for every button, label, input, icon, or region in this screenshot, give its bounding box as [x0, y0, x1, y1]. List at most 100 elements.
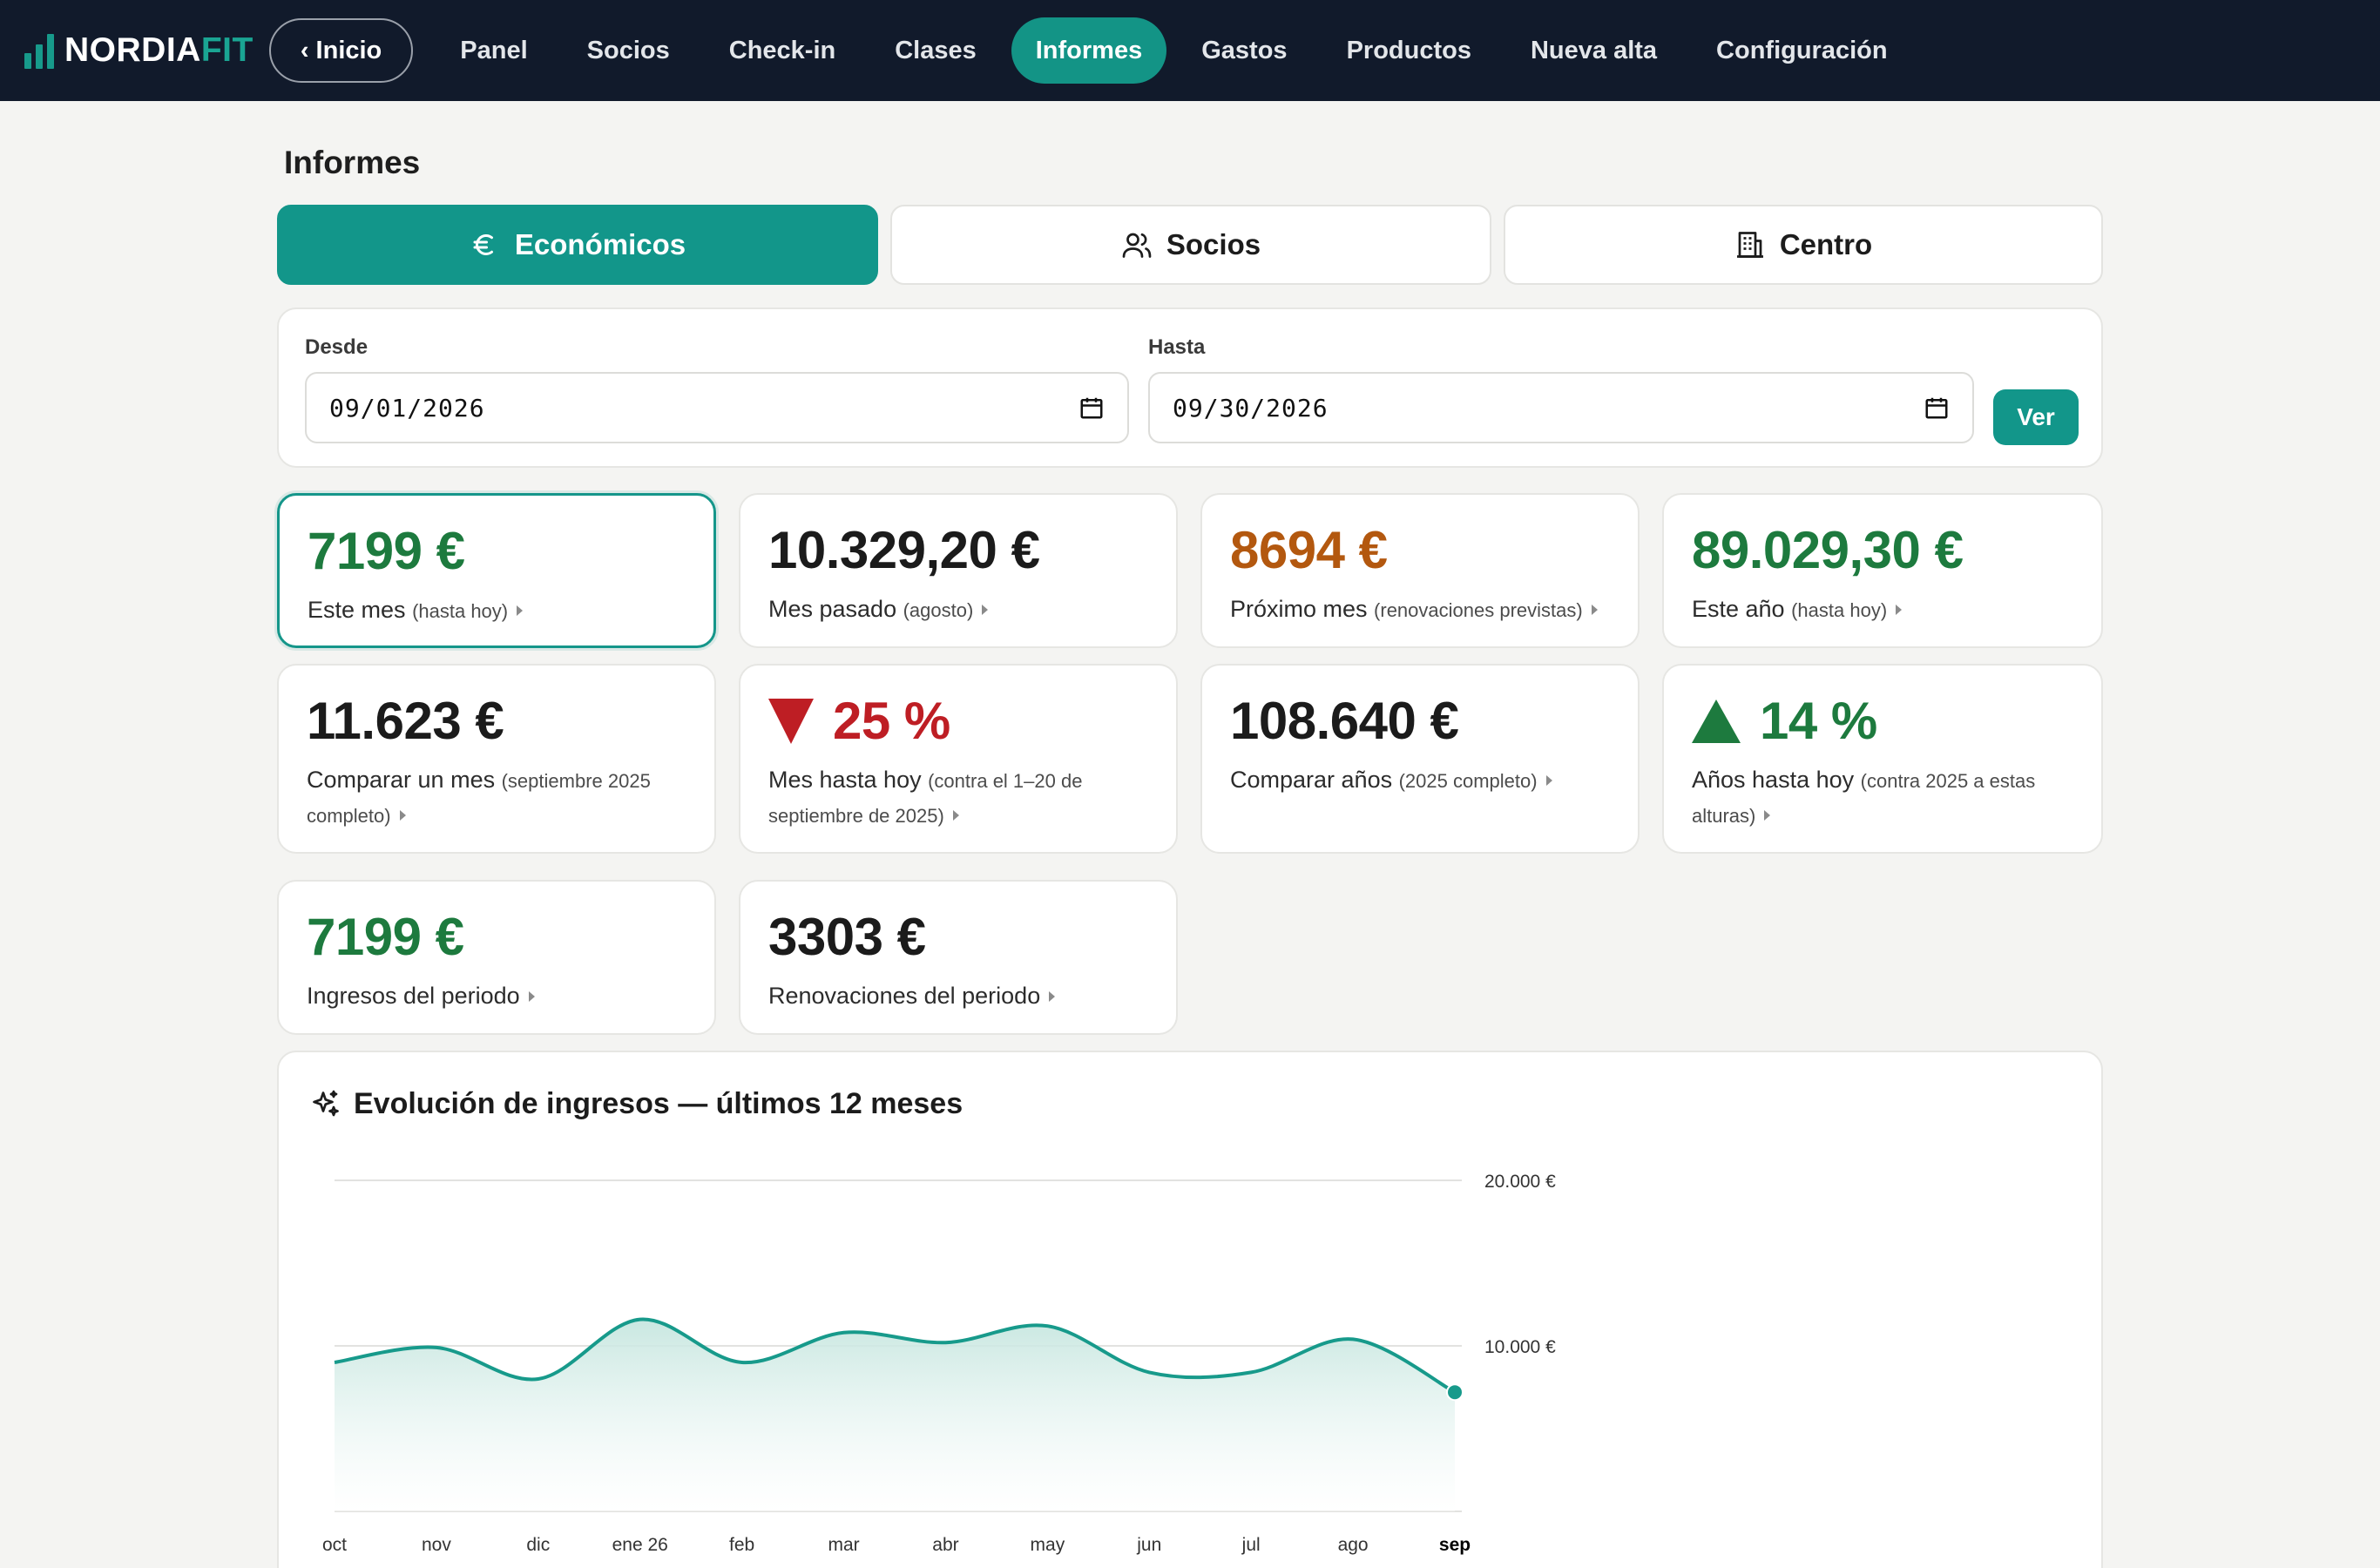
x-tick-label: ene 26 — [612, 1535, 668, 1555]
stat-label: Comparar años — [1230, 767, 1393, 793]
stat-sublabel: (hasta hoy) — [1791, 599, 1888, 621]
stat-sublabel: (agosto) — [903, 599, 974, 621]
stat-card-anos-hasta-hoy[interactable]: 14 % Años hasta hoy (contra 2025 a estas… — [1662, 664, 2103, 854]
data-point[interactable] — [839, 1328, 849, 1338]
stat-value: 11.623 € — [307, 692, 504, 750]
stat-card-este-ano[interactable]: 89.029,30 € Este año (hasta hoy) — [1662, 493, 2103, 648]
y-tick-label: 10.000 € — [1484, 1337, 1556, 1357]
area-fill — [335, 1319, 1455, 1511]
caret-right-icon — [1591, 605, 1598, 615]
tab-socios[interactable]: Socios — [890, 205, 1491, 285]
stat-value: 3303 € — [768, 908, 926, 966]
stat-description: Próximo mes (renovaciones previstas) — [1230, 592, 1610, 627]
stat-card-mes-hasta-hoy[interactable]: 25 % Mes hasta hoy (contra el 1–20 de se… — [739, 664, 1178, 854]
stat-value: 14 % — [1760, 692, 1877, 750]
stat-card-comparar-mes[interactable]: 11.623 € Comparar un mes (septiembre 202… — [277, 664, 716, 854]
data-point[interactable] — [940, 1337, 950, 1348]
calendar-icon[interactable] — [1924, 395, 1950, 421]
stat-value-row: 25 % — [768, 690, 1148, 753]
nav-item-configuracion[interactable]: Configuración — [1692, 17, 1912, 84]
data-point[interactable] — [329, 1357, 340, 1368]
stat-description: Ingresos del periodo — [307, 979, 686, 1012]
caret-right-icon — [1764, 810, 1771, 821]
data-point[interactable] — [635, 1315, 646, 1325]
nav-item-socios[interactable]: Socios — [563, 17, 694, 84]
stat-card-ingresos-periodo[interactable]: 7199 € Ingresos del periodo — [277, 880, 716, 1035]
data-point[interactable] — [1246, 1367, 1256, 1377]
stat-label: Comparar un mes — [307, 767, 496, 793]
x-tick-label: nov — [422, 1535, 451, 1555]
stat-card-proximo-mes[interactable]: 8694 € Próximo mes (renovaciones previst… — [1200, 493, 1640, 648]
tab-economicos[interactable]: Económicos — [277, 205, 878, 285]
x-tick-label: dic — [526, 1535, 550, 1555]
data-point[interactable] — [431, 1342, 442, 1353]
top-navbar: NORDIAFIT ‹ Inicio Panel Socios Check-in… — [0, 0, 2380, 101]
data-point[interactable] — [1446, 1383, 1464, 1402]
stat-description: Mes pasado (agosto) — [768, 592, 1148, 627]
stat-value: 7199 € — [308, 522, 465, 580]
nav-item-nueva-alta[interactable]: Nueva alta — [1506, 17, 1681, 84]
main-nav: Panel Socios Check-in Clases Informes Ga… — [436, 17, 1922, 84]
stat-card-mes-pasado[interactable]: 10.329,20 € Mes pasado (agosto) — [739, 493, 1178, 648]
data-point[interactable] — [533, 1374, 544, 1384]
calendar-icon[interactable] — [1078, 395, 1105, 421]
tab-centro[interactable]: Centro — [1504, 205, 2103, 285]
to-date-value: 09/30/2026 — [1173, 393, 1329, 422]
data-point[interactable] — [1348, 1334, 1358, 1344]
x-tick-label: jun — [1136, 1535, 1161, 1555]
stat-label: Este mes — [308, 597, 406, 623]
x-tick-label: jul — [1241, 1535, 1261, 1555]
stat-card-este-mes[interactable]: 7199 € Este mes (hasta hoy) — [277, 493, 716, 648]
stat-value-row: 14 % — [1692, 690, 2073, 753]
users-icon — [1122, 233, 1152, 258]
stat-description: Este mes (hasta hoy) — [308, 593, 686, 628]
caret-right-icon — [1049, 991, 1056, 1002]
income-chart-card: Evolución de ingresos — últimos 12 meses… — [277, 1051, 2103, 1568]
stat-value: 8694 € — [1230, 521, 1388, 579]
brand-name-part1: NORDIA — [64, 31, 201, 69]
stat-label: Renovaciones del periodo — [768, 983, 1041, 1009]
caret-right-icon — [952, 810, 959, 821]
home-button[interactable]: ‹ Inicio — [268, 18, 414, 83]
from-date-input[interactable]: 09/01/2026 — [305, 372, 1129, 443]
nav-item-gastos[interactable]: Gastos — [1177, 17, 1311, 84]
nav-item-check-in[interactable]: Check-in — [705, 17, 860, 84]
ver-button[interactable]: Ver — [1993, 389, 2079, 445]
to-date-input[interactable]: 09/30/2026 — [1148, 372, 1974, 443]
stat-value: 7199 € — [307, 908, 464, 966]
nav-item-clases[interactable]: Clases — [870, 17, 1001, 84]
data-point[interactable] — [737, 1357, 747, 1368]
data-point[interactable] — [1144, 1367, 1154, 1377]
brand-logo[interactable]: NORDIAFIT — [24, 31, 254, 70]
stat-description: Mes hasta hoy (contra el 1–20 de septiem… — [768, 763, 1148, 833]
stat-sublabel: (renovaciones previstas) — [1374, 599, 1583, 621]
x-tick-label: may — [1031, 1535, 1065, 1555]
nav-item-panel[interactable]: Panel — [436, 17, 551, 84]
caret-right-icon — [399, 810, 406, 821]
data-point[interactable] — [1042, 1321, 1052, 1331]
stat-label: Años hasta hoy — [1692, 767, 1855, 793]
nav-item-productos[interactable]: Productos — [1322, 17, 1496, 84]
bar-chart-logo-icon — [24, 32, 54, 69]
tab-centro-label: Centro — [1779, 228, 1873, 260]
brand-name: NORDIAFIT — [64, 31, 254, 70]
stat-description: Años hasta hoy (contra 2025 a estas altu… — [1692, 763, 2073, 833]
stat-label: Ingresos del periodo — [307, 983, 520, 1009]
tab-socios-label: Socios — [1166, 228, 1261, 260]
caret-right-icon — [1545, 775, 1552, 786]
caret-right-icon — [517, 605, 524, 616]
nav-item-informes[interactable]: Informes — [1011, 17, 1167, 84]
x-tick-label: sep — [1439, 1535, 1471, 1555]
page-title: Informes — [284, 145, 421, 180]
stat-card-comparar-anos[interactable]: 108.640 € Comparar años (2025 completo) — [1200, 664, 1640, 854]
x-tick-label: oct — [322, 1535, 347, 1555]
stat-value: 25 % — [833, 692, 950, 750]
income-area-chart: 10.000 € 20.000 € oct nov dic ene 26 feb mar abr… — [322, 1172, 1556, 1555]
stat-card-renovaciones-periodo[interactable]: 3303 € Renovaciones del periodo — [739, 880, 1178, 1035]
stat-value: 10.329,20 € — [768, 521, 1040, 579]
caret-right-icon — [982, 605, 989, 615]
stat-label: Este año — [1692, 596, 1785, 622]
stat-description: Comparar años (2025 completo) — [1230, 763, 1610, 798]
building-icon — [1736, 232, 1763, 258]
stat-label: Próximo mes — [1230, 596, 1368, 622]
